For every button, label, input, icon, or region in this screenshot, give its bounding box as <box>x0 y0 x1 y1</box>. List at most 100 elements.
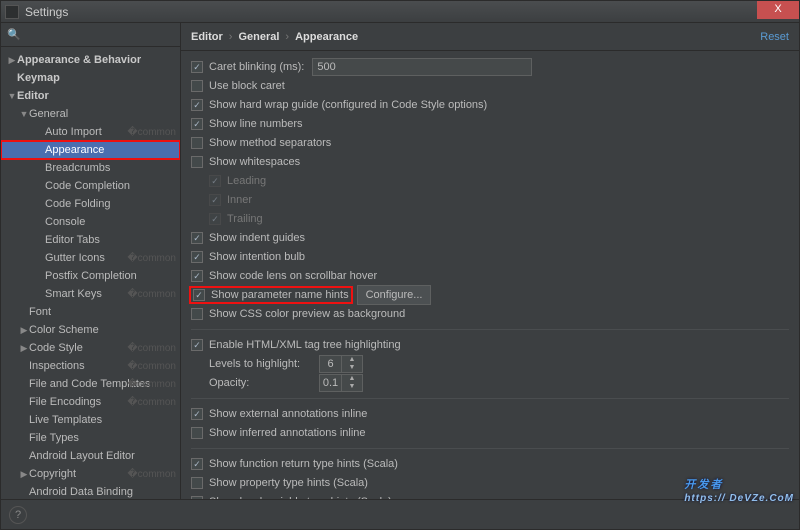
tree-item-label: File Types <box>29 432 79 444</box>
intention-bulb-checkbox[interactable] <box>191 251 203 263</box>
leading-label: Leading <box>227 175 266 187</box>
property-hints-label: Show property type hints (Scala) <box>209 477 368 489</box>
crumb-general[interactable]: General <box>238 31 279 43</box>
whitespaces-checkbox[interactable] <box>191 156 203 168</box>
tree-item[interactable]: File and Code Templates�common <box>1 375 180 393</box>
tree-arrow-icon: ▼ <box>19 109 29 119</box>
external-annotations-checkbox[interactable] <box>191 408 203 420</box>
tree-item[interactable]: Android Data Binding <box>1 483 180 499</box>
tree-arrow-icon: ▶ <box>7 55 17 66</box>
levels-label: Levels to highlight: <box>209 358 319 370</box>
external-annotations-label: Show external annotations inline <box>209 408 367 420</box>
window-title: Settings <box>25 5 68 19</box>
chevron-right-icon: › <box>229 31 233 43</box>
tree-item-label: Editor <box>17 90 49 102</box>
opacity-spinner[interactable]: 0.1▲▼ <box>319 374 363 392</box>
tree-item[interactable]: Font <box>1 303 180 321</box>
tree-item[interactable]: Code Folding <box>1 195 180 213</box>
tree-item[interactable]: Live Templates <box>1 411 180 429</box>
fn-return-hints-label: Show function return type hints (Scala) <box>209 458 398 470</box>
tree-item[interactable]: ▶Copyright�common <box>1 465 180 483</box>
app-icon <box>5 5 19 19</box>
tree-item[interactable]: Code Completion <box>1 177 180 195</box>
indent-guides-checkbox[interactable] <box>191 232 203 244</box>
crumb-appearance[interactable]: Appearance <box>295 31 358 43</box>
titlebar: Settings X <box>1 1 799 23</box>
scope-tag-icon: �common <box>127 343 176 354</box>
parameter-hints-checkbox[interactable] <box>193 289 205 301</box>
scope-tag-icon: �common <box>127 361 176 372</box>
tree-item-label: Appearance <box>45 144 104 156</box>
css-preview-label: Show CSS color preview as background <box>209 308 405 320</box>
tree-item-label: Editor Tabs <box>45 234 100 246</box>
inner-label: Inner <box>227 194 252 206</box>
tree-item[interactable]: Keymap <box>1 69 180 87</box>
inner-checkbox <box>209 194 221 206</box>
scope-tag-icon: �common <box>127 379 176 390</box>
tree-item-label: Code Style <box>29 342 83 354</box>
indent-guides-label: Show indent guides <box>209 232 305 244</box>
fn-return-hints-checkbox[interactable] <box>191 458 203 470</box>
configure-button[interactable]: Configure... <box>357 285 432 305</box>
tree-item-label: Android Layout Editor <box>29 450 135 462</box>
tree-item[interactable]: ▼Editor <box>1 87 180 105</box>
tree-item-label: Copyright <box>29 468 76 480</box>
scope-tag-icon: �common <box>127 397 176 408</box>
tree-item-label: Code Completion <box>45 180 130 192</box>
code-lens-checkbox[interactable] <box>191 270 203 282</box>
help-button[interactable]: ? <box>9 506 27 524</box>
method-separators-checkbox[interactable] <box>191 137 203 149</box>
tree-item[interactable]: Android Layout Editor <box>1 447 180 465</box>
scope-tag-icon: �common <box>127 127 176 138</box>
scope-tag-icon: �common <box>127 253 176 264</box>
hard-wrap-checkbox[interactable] <box>191 99 203 111</box>
tree-item[interactable]: Inspections �common <box>1 357 180 375</box>
levels-spinner[interactable]: 6▲▼ <box>319 355 363 373</box>
tree-item-label: Auto Import <box>45 126 102 138</box>
tree-item[interactable]: Auto Import �common <box>1 123 180 141</box>
tree-item[interactable]: File Encodings �common <box>1 393 180 411</box>
tree-item[interactable]: Smart Keys �common <box>1 285 180 303</box>
leading-checkbox <box>209 175 221 187</box>
css-preview-checkbox[interactable] <box>191 308 203 320</box>
tag-tree-label: Enable HTML/XML tag tree highlighting <box>209 339 401 351</box>
tree-item-label: Breadcrumbs <box>45 162 110 174</box>
caret-blinking-input[interactable] <box>312 58 532 76</box>
tree-item[interactable]: ▶Color Scheme <box>1 321 180 339</box>
reset-link[interactable]: Reset <box>760 31 789 43</box>
settings-panel: Caret blinking (ms): Use block caret Sho… <box>181 51 799 499</box>
tree-item-label: Inspections <box>29 360 85 372</box>
whitespaces-label: Show whitespaces <box>209 156 300 168</box>
chevron-right-icon: › <box>285 31 289 43</box>
tree-item[interactable]: Gutter Icons�common <box>1 249 180 267</box>
tree-item[interactable]: Appearance <box>1 141 180 159</box>
tree-item-label: Appearance & Behavior <box>17 54 141 66</box>
line-numbers-checkbox[interactable] <box>191 118 203 130</box>
property-hints-checkbox[interactable] <box>191 477 203 489</box>
scope-tag-icon: �common <box>127 289 176 300</box>
scope-tag-icon: �common <box>127 469 176 480</box>
tree-item[interactable]: ▶Code Style�common <box>1 339 180 357</box>
hard-wrap-label: Show hard wrap guide (configured in Code… <box>209 99 487 111</box>
search-input[interactable]: 🔍 <box>1 23 180 47</box>
caret-blinking-checkbox[interactable] <box>191 61 203 73</box>
crumb-editor[interactable]: Editor <box>191 31 223 43</box>
tree-item-label: File Encodings <box>29 396 101 408</box>
tree-arrow-icon: ▶ <box>19 325 29 336</box>
tree-item[interactable]: ▶Appearance & Behavior <box>1 51 180 69</box>
block-caret-checkbox[interactable] <box>191 80 203 92</box>
line-numbers-label: Show line numbers <box>209 118 303 130</box>
tree-item[interactable]: Breadcrumbs <box>1 159 180 177</box>
tree-item[interactable]: Editor Tabs <box>1 231 180 249</box>
tree-item[interactable]: ▼General <box>1 105 180 123</box>
tree-item[interactable]: Console <box>1 213 180 231</box>
close-button[interactable]: X <box>757 1 799 19</box>
tree-item[interactable]: File Types <box>1 429 180 447</box>
tag-tree-checkbox[interactable] <box>191 339 203 351</box>
tree-item-label: Code Folding <box>45 198 110 210</box>
inferred-annotations-checkbox[interactable] <box>191 427 203 439</box>
tree-arrow-icon: ▼ <box>7 91 17 101</box>
opacity-label: Opacity: <box>209 377 319 389</box>
tree-item-label: Smart Keys <box>45 288 102 300</box>
tree-item[interactable]: Postfix Completion <box>1 267 180 285</box>
